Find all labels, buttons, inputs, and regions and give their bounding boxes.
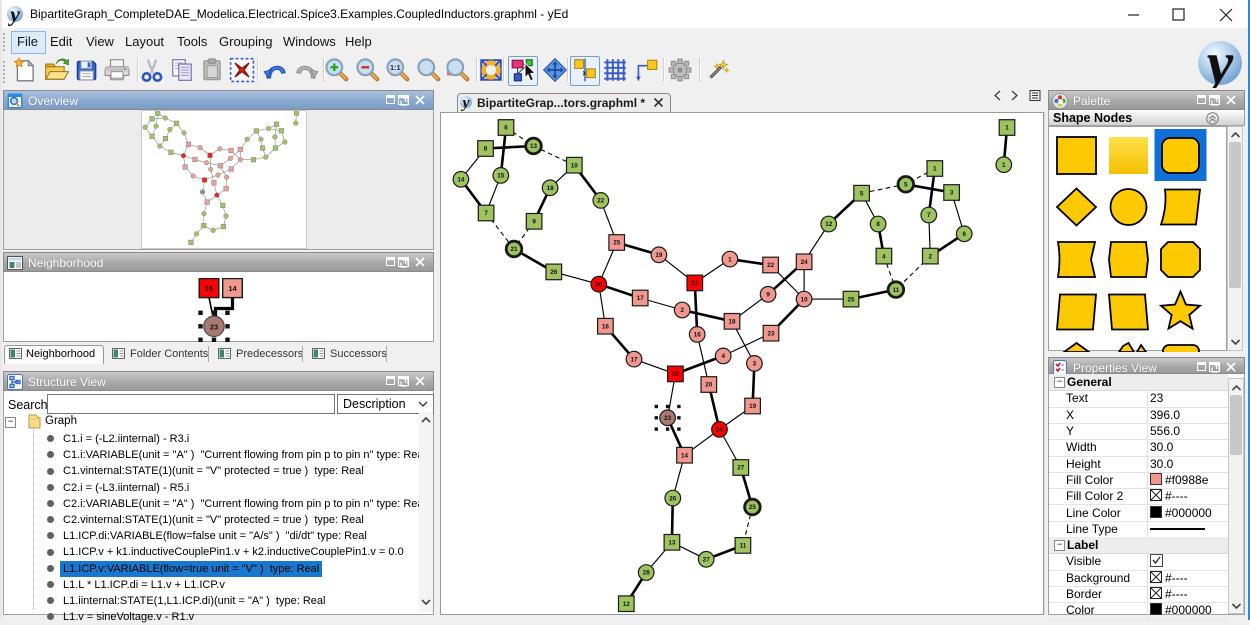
svg-text:1:1: 1:1: [390, 63, 401, 72]
svg-text:27: 27: [703, 557, 711, 564]
svg-text:3: 3: [950, 190, 954, 197]
svg-text:19: 19: [749, 403, 757, 410]
svg-text:1: 1: [728, 256, 732, 263]
svg-text:3: 3: [753, 361, 757, 368]
svg-text:6: 6: [504, 125, 508, 132]
svg-text:20: 20: [595, 281, 603, 288]
svg-text:5: 5: [860, 190, 864, 197]
svg-text:14: 14: [457, 177, 465, 184]
svg-text:23: 23: [767, 330, 775, 337]
svg-text:6: 6: [962, 231, 966, 238]
svg-text:14: 14: [228, 284, 237, 293]
svg-text:7: 7: [484, 210, 488, 217]
svg-text:28: 28: [643, 570, 651, 577]
svg-text:20: 20: [705, 382, 713, 389]
svg-text:5: 5: [904, 182, 908, 189]
svg-text:7: 7: [927, 212, 931, 219]
svg-text:17: 17: [637, 295, 645, 302]
svg-text:4: 4: [882, 253, 886, 260]
svg-text:18: 18: [547, 185, 555, 192]
svg-text:23: 23: [664, 415, 672, 422]
svg-text:2: 2: [929, 253, 933, 260]
svg-text:8: 8: [484, 146, 488, 153]
svg-text:16: 16: [602, 323, 610, 330]
svg-text:15: 15: [672, 371, 680, 378]
svg-text:13: 13: [530, 143, 538, 150]
svg-text:17: 17: [630, 356, 638, 363]
svg-text:22: 22: [767, 262, 775, 269]
svg-text:2: 2: [680, 307, 684, 314]
svg-text:26: 26: [550, 269, 558, 276]
svg-text:10: 10: [801, 296, 809, 303]
svg-text:10: 10: [571, 162, 579, 169]
svg-text:8: 8: [876, 221, 880, 228]
svg-text:1: 1: [1005, 125, 1009, 132]
svg-text:15: 15: [497, 173, 505, 180]
svg-text:21: 21: [510, 246, 518, 253]
svg-text:25: 25: [613, 240, 621, 247]
svg-text:21: 21: [691, 280, 699, 287]
svg-text:16: 16: [694, 332, 702, 339]
svg-text:14: 14: [681, 452, 689, 459]
svg-text:26: 26: [669, 495, 677, 502]
svg-text:24: 24: [801, 259, 809, 266]
svg-text:12: 12: [623, 601, 631, 608]
svg-text:4: 4: [721, 353, 725, 360]
svg-text:13: 13: [668, 540, 676, 547]
svg-text:1: 1: [1002, 162, 1006, 169]
svg-text:y: y: [460, 94, 470, 111]
svg-text:11: 11: [740, 543, 747, 550]
svg-text:22: 22: [597, 198, 605, 205]
svg-text:18: 18: [728, 319, 736, 326]
svg-text:27: 27: [737, 465, 745, 472]
svg-text:24: 24: [716, 427, 724, 434]
svg-text:12: 12: [825, 221, 833, 228]
svg-text:19: 19: [655, 252, 663, 259]
svg-text:11: 11: [893, 287, 900, 294]
svg-text:15: 15: [205, 284, 213, 293]
svg-text:9: 9: [532, 219, 536, 226]
svg-text:25: 25: [749, 504, 757, 511]
svg-text:1: 1: [933, 166, 937, 173]
svg-text:9: 9: [766, 292, 770, 299]
svg-text:23: 23: [210, 322, 218, 331]
svg-text:25: 25: [847, 296, 855, 303]
